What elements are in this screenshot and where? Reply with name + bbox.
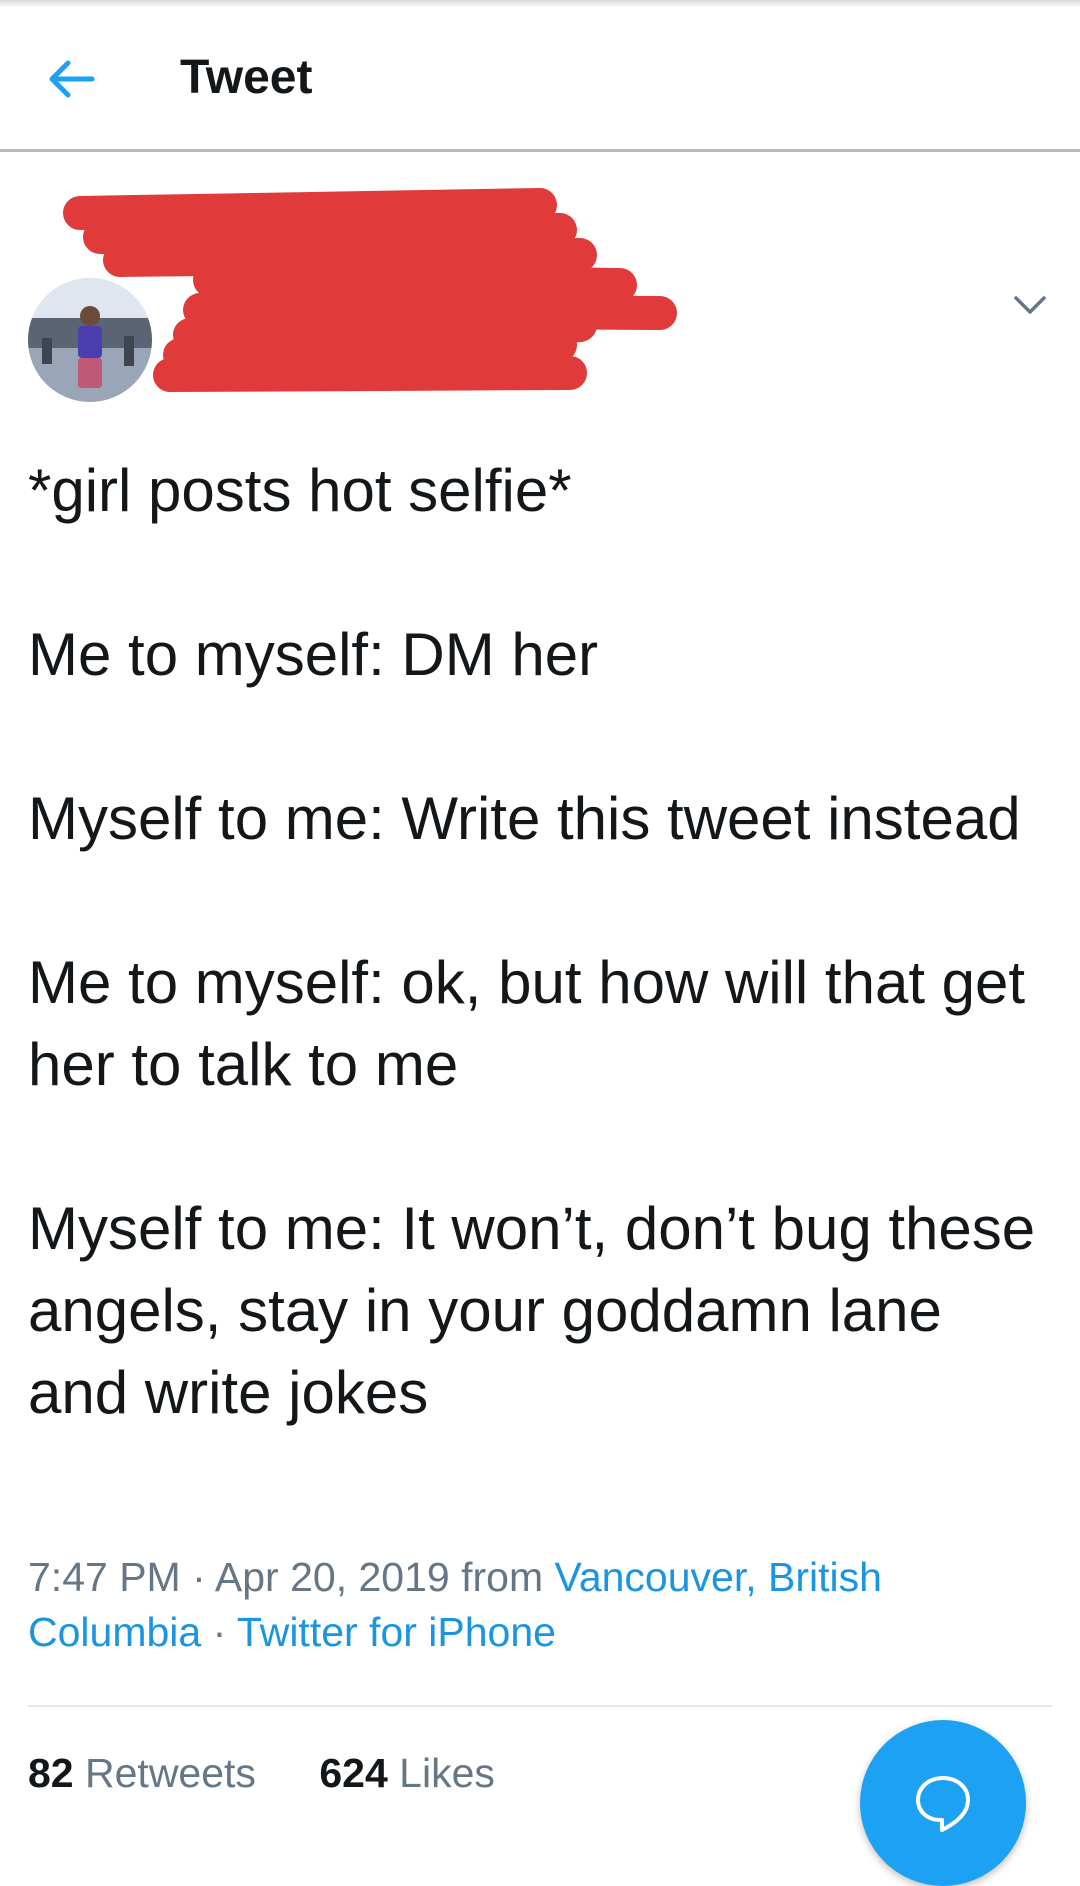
likes-stat[interactable]: 624 Likes <box>319 1750 495 1797</box>
avatar[interactable] <box>28 278 152 402</box>
retweets-label: Retweets <box>85 1750 256 1796</box>
retweets-count: 82 <box>28 1750 74 1796</box>
reply-fab-button[interactable] <box>860 1720 1026 1886</box>
tweet-paragraph: Me to myself: ok, but how will that get … <box>28 949 1026 1098</box>
page-title: Tweet <box>180 51 313 104</box>
tweet-paragraph: Me to myself: DM her <box>28 621 599 688</box>
chevron-down-icon[interactable] <box>1010 290 1050 320</box>
from-label: from <box>461 1554 544 1600</box>
retweets-stat[interactable]: 82 Retweets <box>28 1750 256 1797</box>
back-button[interactable] <box>36 44 106 114</box>
tweet-text: *girl posts hot selfie* Me to myself: DM… <box>28 450 1048 1434</box>
likes-count: 624 <box>319 1750 388 1796</box>
tweet-paragraph: Myself to me: Write this tweet instead <box>28 785 1021 852</box>
separator-dot: · <box>212 1609 237 1655</box>
tweet-date: Apr 20, 2019 <box>214 1554 450 1600</box>
arrow-left-icon <box>49 60 95 98</box>
separator-dot: · <box>192 1554 215 1600</box>
client-link[interactable]: Twitter for iPhone <box>237 1609 556 1655</box>
likes-label: Likes <box>399 1750 495 1796</box>
engagement-stats: 82 Retweets 624 Likes <box>28 1750 547 1797</box>
tweet-paragraph: Myself to me: It won’t, don’t bug these … <box>28 1195 1036 1426</box>
tweet-time: 7:47 PM <box>28 1554 181 1600</box>
divider <box>28 1705 1052 1707</box>
redaction-scribble <box>63 188 677 392</box>
tweet-metadata: 7:47 PM · Apr 20, 2019 from Vancouver, B… <box>28 1550 1048 1660</box>
profile-photo <box>28 278 152 402</box>
tweet-paragraph: *girl posts hot selfie* <box>28 457 572 524</box>
compose-reply-icon <box>916 1776 970 1832</box>
app-header: Tweet <box>0 0 1080 152</box>
